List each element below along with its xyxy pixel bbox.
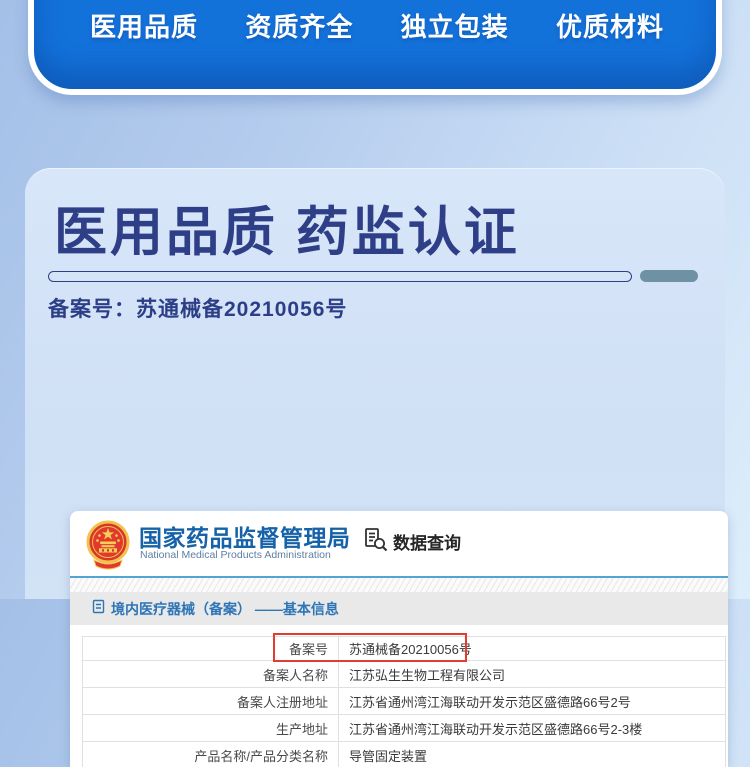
row-label: 产品名称/产品分类名称: [83, 742, 339, 767]
row-label: 备案人注册地址: [83, 688, 339, 715]
hatched-strip: [70, 578, 728, 592]
breadcrumb-label: 境内医疗器械（备案） ——基本信息: [111, 599, 339, 619]
form-icon: [92, 599, 105, 619]
national-emblem-icon: [86, 519, 130, 572]
agency-name-cn: 国家药品监督管理局: [139, 519, 351, 553]
record-number-text: 备案号：苏通械备20210056号: [48, 293, 347, 323]
banner-item-premium-material: 优质材料: [556, 7, 664, 44]
document-search-icon: [362, 526, 388, 557]
table-row: 备案人名称 江苏弘生生物工程有限公司: [83, 661, 726, 688]
table-row: 产品名称/产品分类名称 导管固定装置: [83, 742, 726, 767]
record-number-highlight-box: [273, 633, 467, 662]
banner-item-medical-quality: 医用品质: [90, 7, 198, 44]
row-value: 江苏省通州湾江海联动开发示范区盛德路66号2-3楼: [339, 715, 726, 742]
certification-section: 医用品质 药监认证 备案号：苏通械备20210056号 国: [25, 168, 725, 599]
table-row: 生产地址 江苏省通州湾江海联动开发示范区盛德路66号2-3楼: [83, 715, 726, 742]
agency-name-en: National Medical Products Administration: [140, 549, 331, 561]
nmpa-certificate-card: 国家药品监督管理局 National Medical Products Admi…: [70, 511, 728, 767]
promo-banner-items: 医用品质 资质齐全 独立包装 优质材料: [28, 7, 722, 44]
row-label: 备案人名称: [83, 661, 339, 688]
row-label: 生产地址: [83, 715, 339, 742]
table-row: 备案人注册地址 江苏省通州湾江海联动开发示范区盛德路66号2号: [83, 688, 726, 715]
data-query-button: 数据查询: [362, 526, 461, 557]
row-value: 江苏省通州湾江海联动开发示范区盛德路66号2号: [339, 688, 726, 715]
row-value: 江苏弘生生物工程有限公司: [339, 661, 726, 688]
section-title: 医用品质 药监认证: [54, 190, 520, 266]
banner-item-individual-packaging: 独立包装: [401, 7, 509, 44]
divider-solid-pill: [640, 270, 698, 282]
breadcrumb: 境内医疗器械（备案） ——基本信息: [70, 592, 728, 625]
divider-outline-pill: [48, 271, 632, 282]
banner-item-full-credentials: 资质齐全: [245, 7, 353, 44]
data-query-label: 数据查询: [393, 529, 461, 554]
row-value: 导管固定装置: [339, 742, 726, 767]
